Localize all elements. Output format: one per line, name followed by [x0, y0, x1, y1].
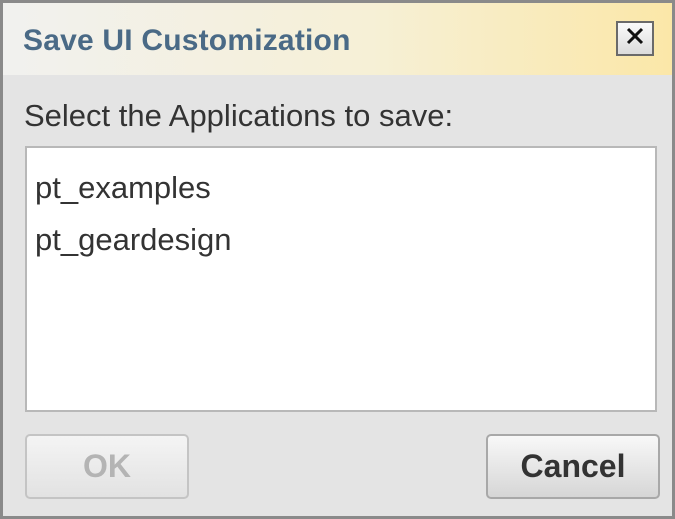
close-x-icon	[625, 26, 645, 51]
list-item-pt-geardesign[interactable]: pt_geardesign	[27, 214, 655, 266]
dialog-title: Save UI Customization	[23, 24, 351, 57]
applications-list[interactable]: pt_examples pt_geardesign	[25, 146, 657, 412]
instruction-label: Select the Applications to save:	[24, 98, 454, 133]
ok-button[interactable]: OK	[25, 434, 189, 499]
save-ui-customization-dialog: Save UI Customization Select the Applica…	[0, 0, 675, 519]
cancel-button[interactable]: Cancel	[486, 434, 660, 499]
list-item-pt-examples[interactable]: pt_examples	[27, 162, 655, 214]
close-button[interactable]	[616, 21, 654, 56]
title-bar[interactable]: Save UI Customization	[3, 3, 672, 75]
